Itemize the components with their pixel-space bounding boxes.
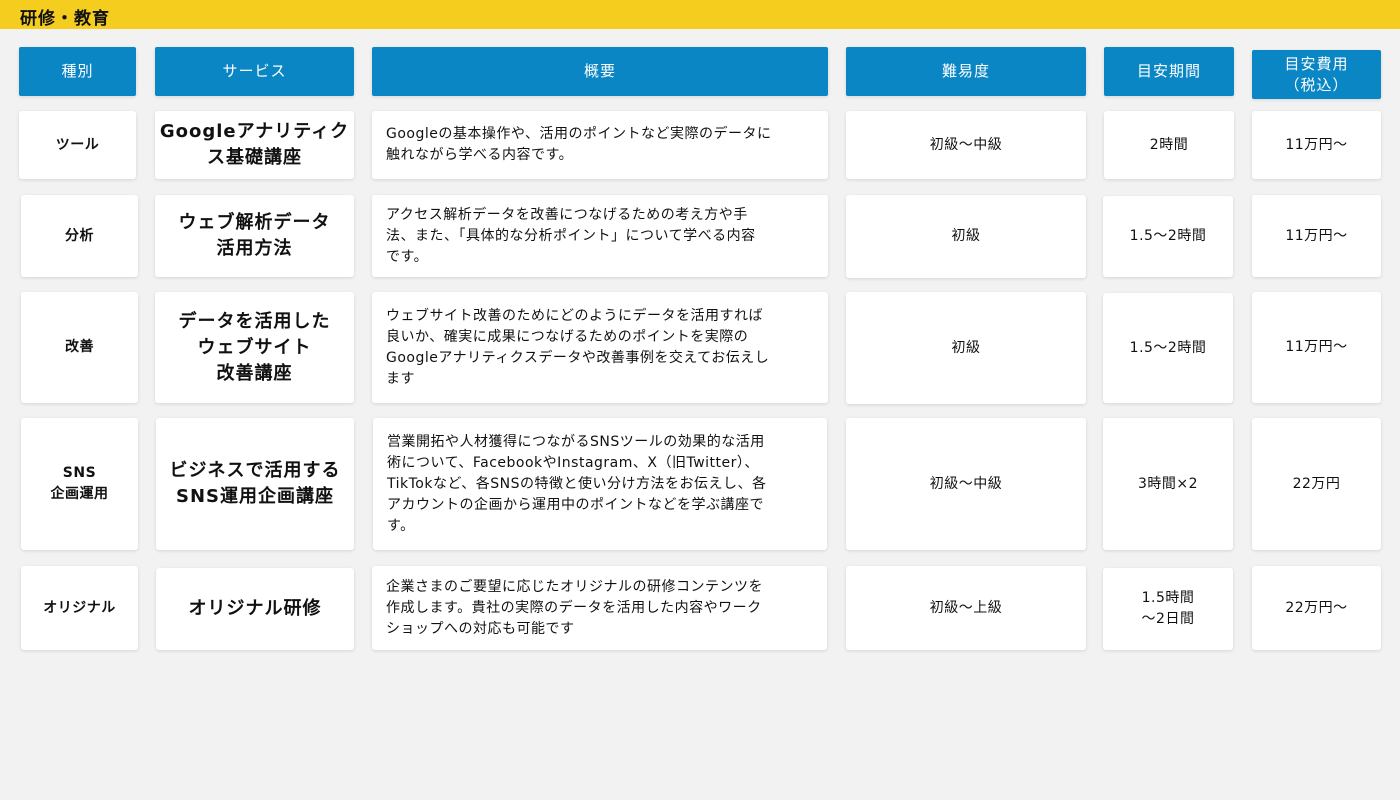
row1-type: ツール xyxy=(19,111,136,179)
row1-difficulty: 初級〜中級 xyxy=(846,111,1086,179)
header-cost: 目安費用 （税込） xyxy=(1252,50,1381,99)
row2-difficulty: 初級 xyxy=(846,195,1086,278)
row3-duration: 1.5〜2時間 xyxy=(1103,293,1233,403)
row2-description: アクセス解析データを改善につなげるための考え方や手 法、また、「具体的な分析ポイ… xyxy=(372,195,828,277)
row2-type: 分析 xyxy=(21,195,138,277)
row1-description: Googleの基本操作や、活用のポイントなど実際のデータに 触れながら学べる内容… xyxy=(372,111,828,179)
row3-service: データを活用した ウェブサイト 改善講座 xyxy=(155,292,354,403)
header-service: サービス xyxy=(155,47,354,96)
row2-service: ウェブ解析データ 活用方法 xyxy=(155,195,354,277)
row4-difficulty: 初級〜中級 xyxy=(846,418,1086,550)
header-description: 概要 xyxy=(372,47,828,96)
header-difficulty: 難易度 xyxy=(846,47,1086,96)
header-type: 種別 xyxy=(19,47,136,96)
section-header-bar: 研修・教育 xyxy=(0,0,1400,29)
row5-type: オリジナル xyxy=(21,566,138,650)
row5-cost: 22万円〜 xyxy=(1252,566,1381,650)
header-duration: 目安期間 xyxy=(1104,47,1234,96)
row5-service: オリジナル研修 xyxy=(156,568,354,650)
page-title: 研修・教育 xyxy=(20,9,110,29)
row1-duration: 2時間 xyxy=(1104,111,1234,179)
row4-description: 営業開拓や人材獲得につながるSNSツールの効果的な活用 術について、Facebo… xyxy=(373,418,827,550)
row1-service: Googleアナリティク ス基礎講座 xyxy=(155,111,354,179)
row3-difficulty: 初級 xyxy=(846,292,1086,404)
row5-description: 企業さまのご要望に応じたオリジナルの研修コンテンツを 作成します。貴社の実際のデ… xyxy=(372,566,827,650)
row2-cost: 11万円〜 xyxy=(1252,195,1381,277)
row1-cost: 11万円〜 xyxy=(1252,111,1381,179)
row4-duration: 3時間×2 xyxy=(1103,418,1233,550)
row4-type: SNS 企画運用 xyxy=(21,418,138,550)
row3-cost: 11万円〜 xyxy=(1252,292,1381,403)
row4-cost: 22万円 xyxy=(1252,418,1381,550)
row5-duration: 1.5時間 〜2日間 xyxy=(1103,568,1233,650)
row3-type: 改善 xyxy=(21,292,138,403)
row3-description: ウェブサイト改善のためにどのようにデータを活用すれば 良いか、確実に成果につなげ… xyxy=(372,292,828,403)
row2-duration: 1.5〜2時間 xyxy=(1103,196,1233,277)
row5-difficulty: 初級〜上級 xyxy=(846,566,1086,650)
row4-service: ビジネスで活用する SNS運用企画講座 xyxy=(156,418,354,550)
